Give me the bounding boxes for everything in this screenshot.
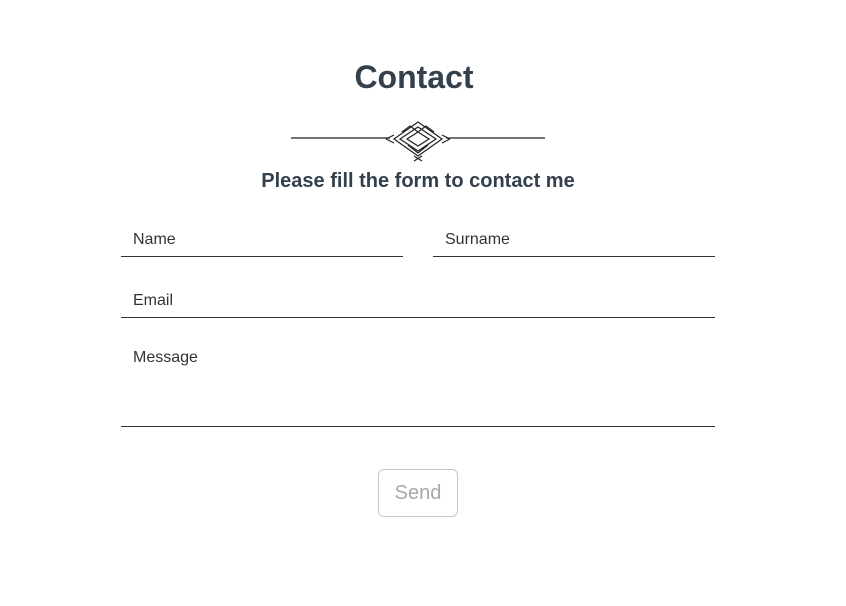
page-title: Contact [354, 59, 474, 95]
surname-input[interactable] [433, 224, 715, 257]
message-textarea[interactable] [121, 346, 715, 427]
email-input[interactable] [121, 285, 715, 318]
contact-page: Contact Please fill the form to contact … [0, 0, 846, 606]
decorative-divider-icon [291, 121, 545, 162]
name-input[interactable] [121, 224, 403, 257]
send-button[interactable]: Send [378, 469, 458, 517]
form-subtitle: Please fill the form to contact me [261, 170, 575, 192]
